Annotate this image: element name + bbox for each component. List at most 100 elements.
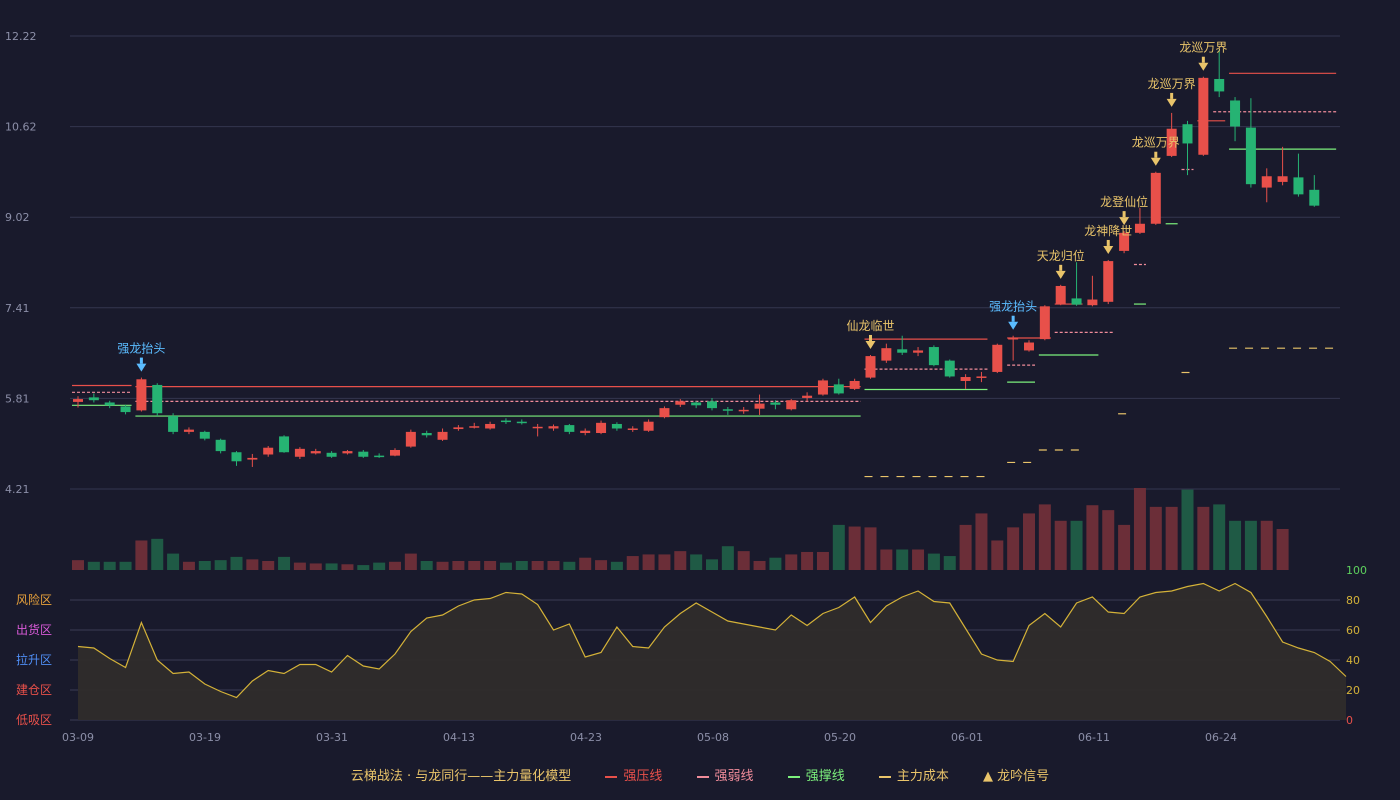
zone-labels: 风险区出货区拉升区建仓区低吸区 [16, 592, 52, 727]
candle-body [564, 425, 575, 432]
candle-body [1055, 285, 1066, 305]
volume-bar [880, 549, 893, 570]
volume-bar [1102, 510, 1115, 570]
volume-bar [515, 560, 528, 570]
volume-bar [1197, 506, 1210, 570]
candle-body [1103, 261, 1114, 302]
volume-bar [182, 561, 195, 570]
candle-body [1293, 177, 1304, 195]
osc-tick-label: 40 [1346, 654, 1360, 667]
date-tick-label: 04-13 [443, 731, 475, 744]
volume-bar [943, 556, 956, 570]
candle-body [136, 379, 147, 411]
candle-body [120, 406, 131, 413]
volume-bar [262, 560, 275, 570]
volume-bar [896, 549, 909, 570]
candle-body [897, 349, 908, 353]
candle-body [485, 423, 496, 429]
legend-support: 强撑线 [787, 769, 845, 784]
signal-arrow-stem [1170, 92, 1174, 99]
signal-label: 龙登仙位 [1100, 194, 1148, 209]
signal-arrow [136, 363, 147, 372]
volume-bar [436, 561, 449, 570]
legend-resist: 强压线 [605, 769, 662, 784]
volume-bar [626, 556, 639, 570]
signal-label: 强龙抬头 [989, 300, 1037, 314]
candle-body [437, 431, 448, 440]
legend-signal: ▲ 龙吟信号 [983, 769, 1049, 784]
level-lines [72, 72, 1337, 478]
volume-bar [1023, 513, 1035, 570]
volume-bar [341, 564, 354, 570]
candle-body [421, 433, 432, 436]
volume-bar [959, 524, 972, 570]
candle-body [1182, 124, 1193, 144]
candlestick-chart: 12.2210.629.027.415.814.21 100806040200 … [5, 30, 1367, 744]
candle-body [279, 436, 290, 453]
legend-weak: 强弱线 [696, 769, 754, 784]
candle-body [786, 400, 797, 410]
zone-label: 拉升区 [16, 652, 52, 667]
osc-tick-label: 100 [1346, 564, 1367, 577]
volume-bar [975, 513, 988, 570]
legend-cost: 主力成本 [878, 769, 949, 784]
zone-label: 低吸区 [16, 713, 52, 727]
volume-bar [135, 540, 148, 570]
candle-body [1134, 223, 1145, 233]
candle-body [1024, 342, 1034, 351]
candle-body [1309, 189, 1320, 206]
candle-body [675, 401, 686, 405]
volume-bar [1133, 488, 1146, 570]
signal-label: 仙龙临世 [846, 319, 894, 333]
signal-arrow [1198, 62, 1209, 71]
candle-body [802, 395, 813, 398]
signal-arrow-stem [1154, 151, 1158, 158]
candle-body [1261, 176, 1272, 188]
candle-body [358, 451, 369, 457]
candle-body [1277, 176, 1288, 182]
signal-arrow-stem [1122, 211, 1126, 218]
volume-bar [531, 560, 544, 570]
volume-bar [214, 560, 227, 570]
candles [73, 49, 1320, 467]
candle-body [469, 426, 480, 428]
legend-support-label: 强撑线 [805, 769, 845, 784]
candle-body [928, 347, 939, 366]
volume-bar [1229, 520, 1242, 570]
volume-bar [452, 560, 465, 570]
volume-bar [1165, 506, 1178, 570]
candle-body [390, 449, 400, 456]
volume-bar [610, 561, 623, 570]
volume-bar [198, 560, 211, 570]
volume-bar [404, 553, 417, 570]
osc-tick-label: 80 [1346, 594, 1360, 607]
candle-body [738, 409, 749, 412]
legend: 云梯战法 · 与龙同行——主力量化模型 强压线 强弱线 强撑线 主力成本 ▲ 龙… [0, 765, 1400, 784]
candle-body [1150, 172, 1161, 224]
candle-body [453, 427, 464, 430]
volume-bar [72, 560, 84, 570]
osc-tick-label: 20 [1346, 684, 1360, 697]
signal-markers: 强龙抬头仙龙临世强龙抬头天龙归位龙神降世龙登仙位龙巡万界龙巡万界龙巡万界 [117, 41, 1227, 372]
candle-body [500, 420, 511, 423]
candle-body [516, 421, 527, 424]
candle-body [580, 430, 591, 434]
candle-body [865, 356, 876, 378]
price-tick-label: 7.41 [5, 302, 30, 315]
volume-bar [769, 557, 782, 570]
signal-arrow-stem [1201, 56, 1205, 63]
signal-label: 强龙抬头 [117, 342, 165, 356]
candle-body [199, 431, 210, 439]
volume-bar [595, 560, 608, 570]
zone-label: 风险区 [16, 592, 52, 607]
volume-bar [848, 526, 861, 570]
osc-tick-label: 60 [1346, 624, 1360, 637]
volume-bar [1181, 489, 1194, 570]
signal-arrow [1103, 245, 1114, 254]
volume-bar [167, 553, 180, 570]
volume-bar [246, 559, 259, 570]
signal-label: 天龙归位 [1037, 248, 1085, 263]
candle-body [374, 455, 385, 458]
volume-bar [927, 553, 940, 570]
candle-body [849, 380, 860, 389]
